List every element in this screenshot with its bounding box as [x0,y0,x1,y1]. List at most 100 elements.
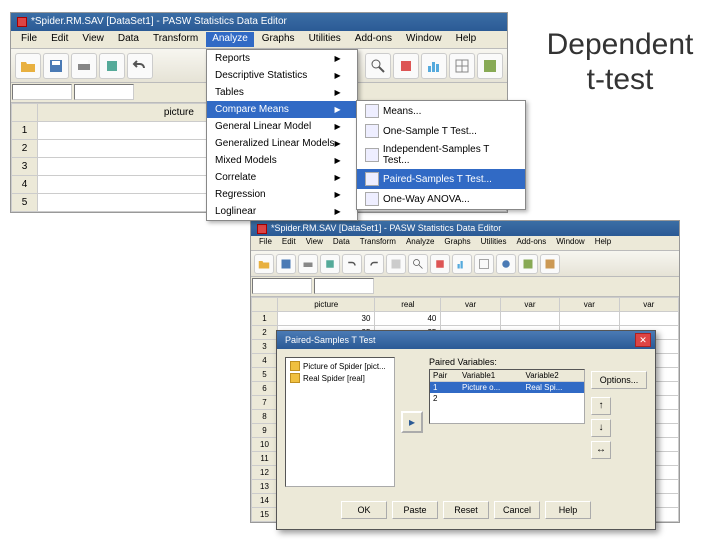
menu-data[interactable]: Data [112,32,145,47]
variables-icon[interactable] [477,53,503,79]
menu-edit[interactable]: Edit [45,32,74,47]
grid-icon[interactable] [449,53,475,79]
recall-icon[interactable] [320,254,340,274]
cell[interactable] [441,312,500,326]
insert-case-icon[interactable] [393,53,419,79]
smi-anova[interactable]: One-Way ANOVA... [357,189,525,209]
row-hdr[interactable]: 7 [252,396,278,410]
save-icon[interactable] [43,53,69,79]
menu-help[interactable]: Help [450,32,483,47]
chart-icon[interactable] [452,254,472,274]
menu-addons[interactable]: Add-ons [349,32,398,47]
mi-tables[interactable]: Tables▶ [207,84,357,101]
col-picture[interactable]: picture [278,298,375,312]
row-hdr[interactable]: 13 [252,480,278,494]
mi-mixed[interactable]: Mixed Models▶ [207,152,357,169]
help-button[interactable]: Help [545,501,591,519]
row-hdr[interactable]: 14 [252,494,278,508]
row-hdr[interactable]: 11 [252,452,278,466]
mi-loglinear[interactable]: Loglinear▶ [207,203,357,220]
mi-genlin[interactable]: Generalized Linear Models▶ [207,135,357,152]
menu-graphs[interactable]: Graphs [256,32,301,47]
row-hdr[interactable]: 5 [252,368,278,382]
paste-button[interactable]: Paste [392,501,438,519]
pair-cell[interactable] [459,393,522,404]
pair-cell[interactable]: 2 [430,393,459,404]
row-hdr[interactable]: 4 [12,176,38,194]
menu-help[interactable]: Help [591,237,615,249]
print-icon[interactable] [298,254,318,274]
recall-icon[interactable] [99,53,125,79]
mi-reports[interactable]: Reports▶ [207,50,357,67]
menu-graphs[interactable]: Graphs [440,237,474,249]
pair-cell[interactable]: Real Spi... [522,382,584,394]
mi-glm[interactable]: General Linear Model▶ [207,118,357,135]
namebox[interactable] [12,84,72,100]
print-icon[interactable] [71,53,97,79]
row-hdr[interactable]: 3 [12,158,38,176]
source-variable-list[interactable]: Picture of Spider [pict... Real Spider [… [285,357,395,487]
row-hdr[interactable]: 15 [252,508,278,522]
row-hdr[interactable]: 2 [12,140,38,158]
dialog-titlebar[interactable]: Paired-Samples T Test ✕ [277,331,655,349]
row-hdr[interactable]: 10 [252,438,278,452]
undo-icon[interactable] [342,254,362,274]
row-hdr[interactable]: 5 [12,194,38,212]
menu-transform[interactable]: Transform [356,237,400,249]
col-var[interactable]: var [441,298,500,312]
col-var[interactable]: var [560,298,619,312]
row-hdr[interactable]: 9 [252,424,278,438]
find-icon[interactable] [408,254,428,274]
row-hdr[interactable]: 4 [252,354,278,368]
smi-means[interactable]: Means... [357,101,525,121]
menu-file[interactable]: File [15,32,43,47]
close-icon[interactable]: ✕ [635,333,651,347]
select-icon[interactable] [518,254,538,274]
find-icon[interactable] [365,53,391,79]
namebox[interactable] [252,278,312,294]
row-hdr[interactable]: 6 [252,382,278,396]
pair-cell[interactable]: 1 [430,382,459,394]
cell[interactable] [560,312,619,326]
menu-window[interactable]: Window [400,32,448,47]
col-real[interactable]: real [375,298,441,312]
insert-icon[interactable] [430,254,450,274]
col-var[interactable]: var [619,298,678,312]
valuebox[interactable] [74,84,134,100]
menu-view[interactable]: View [76,32,110,47]
ok-button[interactable]: OK [341,501,387,519]
row-hdr[interactable]: 1 [12,122,38,140]
var-item[interactable]: Picture of Spider [pict... [288,360,392,372]
smi-one-sample[interactable]: One-Sample T Test... [357,121,525,141]
smi-paired[interactable]: Paired-Samples T Test... [357,169,525,189]
menu-view[interactable]: View [302,237,327,249]
menu-edit[interactable]: Edit [278,237,300,249]
open-icon[interactable] [15,53,41,79]
menubar[interactable]: File Edit View Data Transform Analyze Gr… [11,31,507,49]
row-hdr[interactable]: 2 [252,326,278,340]
goto-icon[interactable] [386,254,406,274]
grid-icon[interactable] [474,254,494,274]
open-icon[interactable] [254,254,274,274]
cell[interactable] [500,312,559,326]
pair-cell[interactable] [522,393,584,404]
swap-button[interactable]: ↔ [591,441,611,459]
move-right-button[interactable]: ▸ [401,411,423,433]
menu-data[interactable]: Data [329,237,354,249]
menu-window[interactable]: Window [552,237,588,249]
paired-variable-list[interactable]: PairVariable1Variable2 1Picture o...Real… [429,369,585,424]
menubar[interactable]: File Edit View Data Transform Analyze Gr… [251,236,679,251]
chart-icon[interactable] [421,53,447,79]
row-hdr[interactable]: 8 [252,410,278,424]
menu-addons[interactable]: Add-ons [512,237,550,249]
cell[interactable]: 30 [278,312,375,326]
row-hdr[interactable]: 12 [252,466,278,480]
menu-utilities[interactable]: Utilities [477,237,511,249]
cell[interactable]: 40 [375,312,441,326]
menu-file[interactable]: File [255,237,276,249]
menu-utilities[interactable]: Utilities [303,32,347,47]
var-item[interactable]: Real Spider [real] [288,372,392,384]
smi-independent[interactable]: Independent-Samples T Test... [357,141,525,169]
row-hdr[interactable]: 3 [252,340,278,354]
row-hdr[interactable]: 1 [252,312,278,326]
